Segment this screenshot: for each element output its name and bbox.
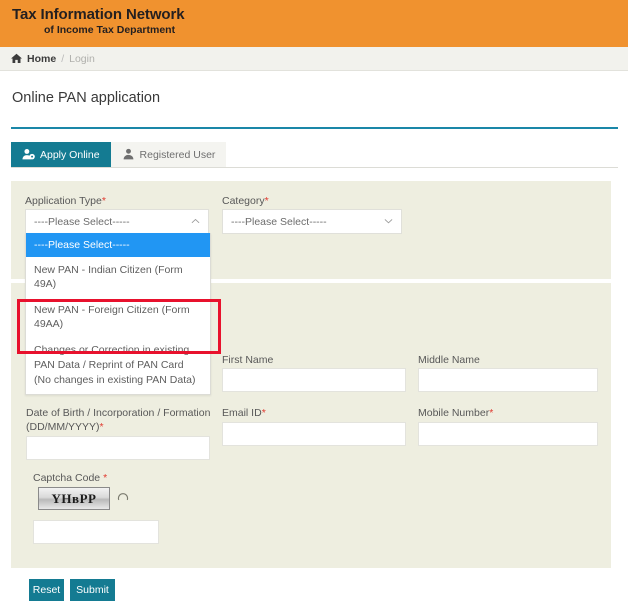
submit-button[interactable]: Submit <box>70 579 115 601</box>
dob-label: Date of Birth / Incorporation / Formatio… <box>26 407 211 433</box>
home-icon <box>11 53 22 64</box>
email-label: Email ID* <box>222 407 266 419</box>
tab-registered-user-label: Registered User <box>139 148 216 161</box>
breadcrumb-current: Login <box>69 52 95 65</box>
breadcrumb: Home / Login <box>0 47 628 71</box>
application-type-value: ----Please Select----- <box>34 215 130 228</box>
refresh-icon[interactable] <box>116 489 130 503</box>
category-value: ----Please Select----- <box>231 215 327 228</box>
tab-apply-online-label: Apply Online <box>40 148 100 161</box>
page-title: Online PAN application <box>12 90 161 106</box>
dropdown-option-3[interactable]: Changes or Correction in existing PAN Da… <box>26 337 210 394</box>
captcha-image: YHвPP <box>38 487 110 510</box>
user-icon <box>122 148 135 161</box>
title-divider <box>11 127 618 129</box>
dropdown-option-0[interactable]: ----Please Select----- <box>26 233 210 257</box>
reset-button[interactable]: Reset <box>29 579 64 601</box>
dropdown-option-1[interactable]: New PAN - Indian Citizen (Form 49A) <box>26 257 210 297</box>
dob-input[interactable] <box>26 436 210 460</box>
tab-bar: Apply Online Registered User <box>11 142 618 168</box>
banner-title: Tax Information Network <box>12 6 185 23</box>
first-name-input[interactable] <box>222 368 406 392</box>
dropdown-option-2[interactable]: New PAN - Foreign Citizen (Form 49AA) <box>26 297 210 337</box>
tab-apply-online[interactable]: Apply Online <box>11 142 111 167</box>
breadcrumb-separator: / <box>61 52 65 65</box>
category-select[interactable]: ----Please Select----- <box>222 209 402 234</box>
banner-subtitle: of Income Tax Department <box>44 24 176 36</box>
application-type-label: Application Type* <box>25 195 106 207</box>
chevron-down-icon <box>384 217 393 226</box>
breadcrumb-home-link[interactable]: Home <box>27 53 56 65</box>
middle-name-label: Middle Name <box>418 354 480 366</box>
captcha-label: Captcha Code * <box>33 472 108 484</box>
application-type-select[interactable]: ----Please Select----- <box>25 209 209 234</box>
mobile-input[interactable] <box>418 422 598 446</box>
chevron-up-icon <box>191 217 200 226</box>
site-banner: Tax Information Network of Income Tax De… <box>0 0 628 47</box>
application-type-dropdown-list[interactable]: ----Please Select----- New PAN - Indian … <box>25 233 211 395</box>
email-input[interactable] <box>222 422 406 446</box>
user-add-icon <box>22 148 35 161</box>
tab-registered-user[interactable]: Registered User <box>110 142 227 167</box>
middle-name-input[interactable] <box>418 368 598 392</box>
first-name-label: First Name <box>222 354 274 366</box>
mobile-label: Mobile Number* <box>418 407 494 419</box>
category-label: Category* <box>222 195 269 207</box>
captcha-input[interactable] <box>33 520 159 544</box>
